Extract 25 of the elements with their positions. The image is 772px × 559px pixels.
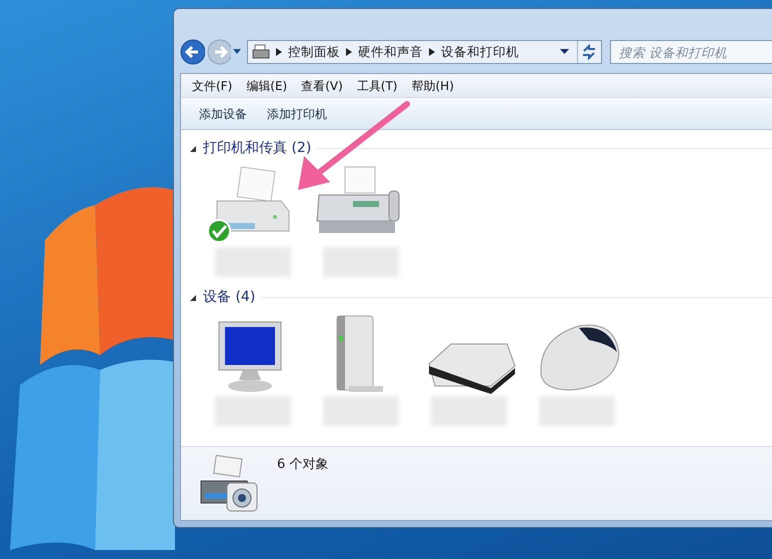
expander-icon[interactable] — [189, 294, 197, 302]
refresh-icon — [581, 44, 598, 60]
breadcrumb-item[interactable]: 硬件和声音 — [358, 42, 423, 62]
menu-item[interactable]: 编辑(E) — [239, 76, 294, 94]
group-title: 打印机和传真 (2) — [203, 139, 312, 158]
menu-item[interactable]: 帮助(H) — [404, 76, 461, 94]
back-icon[interactable] — [180, 39, 205, 65]
dropdown-icon[interactable] — [560, 49, 569, 55]
expander-icon[interactable] — [189, 144, 197, 152]
menu-item[interactable]: 文件(F) — [185, 76, 240, 94]
search-field[interactable]: 搜索 设备和打印机 — [610, 40, 772, 64]
breadcrumb-item[interactable]: 设备和打印机 — [440, 42, 519, 62]
chevron-icon[interactable] — [428, 48, 435, 56]
printer-icon — [252, 44, 270, 60]
object-count: 6 个对象 — [277, 456, 328, 474]
dropdown-icon[interactable] — [233, 49, 241, 55]
toolbar-button[interactable]: 添加设备 — [191, 102, 255, 124]
toolbar-button[interactable]: 添加打印机 — [259, 102, 335, 124]
address-bar[interactable]: 控制面板 硬件和声音 设备和打印机 — [246, 40, 602, 64]
menu-item[interactable]: 查看(V) — [294, 76, 350, 94]
group-title: 设备 (4) — [203, 288, 256, 307]
breadcrumb-item[interactable]: 控制面板 — [288, 42, 340, 62]
chevron-icon[interactable] — [276, 48, 282, 56]
chevron-icon[interactable] — [346, 48, 352, 56]
menu-item[interactable]: 工具(T) — [350, 76, 404, 94]
